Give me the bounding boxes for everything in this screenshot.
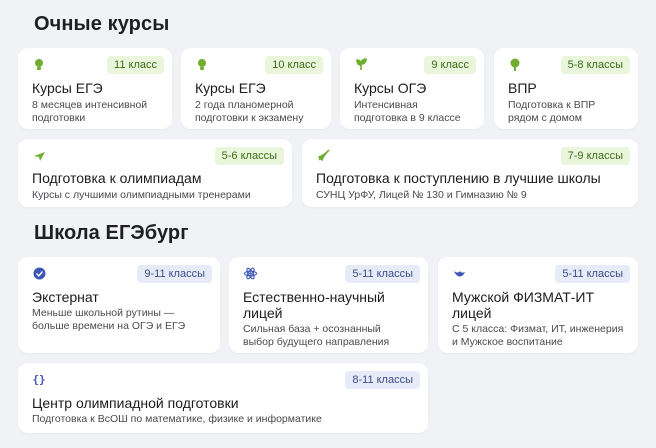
card-kursy-ege-10[interactable]: 10 класс Курсы ЕГЭ 2 года планомерной по… [181, 48, 331, 129]
section-title-ochnye: Очные курсы [34, 13, 170, 35]
card-description: 2 года планомерной [195, 99, 294, 111]
card-description: Интенсивная [354, 99, 418, 111]
grade-badge: 5-8 классы [560, 56, 630, 74]
card-description: Меньше школьной рутины — [32, 307, 175, 319]
card-muzhskoi-fizmat-it-litsei[interactable]: 5-11 классы Мужской ФИЗМАТ-ИТ лицей С 5 … [438, 257, 638, 353]
grade-badge: 8-11 классы [345, 371, 420, 389]
lightbulb-icon [195, 57, 209, 71]
card-kursy-oge[interactable]: 9 класс Курсы ОГЭ Интенсивная подготовка… [340, 48, 484, 129]
rocket-icon [316, 148, 330, 162]
airplane-icon [32, 148, 46, 162]
card-description: Сильная база + осознанный [243, 323, 381, 335]
card-kursy-ege-11[interactable]: 11 класс Курсы ЕГЭ 8 месяцев интенсивной… [18, 48, 172, 129]
grade-badge: 5-11 классы [345, 265, 420, 283]
card-title: Курсы ОГЭ [354, 80, 427, 96]
card-vpr[interactable]: 5-8 классы ВПР Подготовка к ВПР рядом с … [494, 48, 638, 129]
card-title: Подготовка к олимпиадам [32, 170, 202, 186]
card-title: Естественно-научный [243, 289, 385, 305]
grade-badge: 11 класс [107, 56, 164, 74]
grade-badge: 5-11 классы [555, 265, 630, 283]
card-title: ВПР [508, 80, 537, 96]
card-description: и Мужское воспитание [452, 336, 563, 348]
card-olimpiady[interactable]: 5-6 классы Подготовка к олимпиадам Курсы… [18, 139, 292, 207]
card-title: Центр олимпиадной подготовки [32, 395, 239, 411]
card-description: подготовки [32, 112, 86, 124]
card-estestvenno-nauchnyi-litsei[interactable]: 5-11 классы Естественно-научный лицей Си… [229, 257, 428, 353]
card-description: больше времени на ОГЭ и ЕГЭ [32, 320, 186, 332]
card-postuplenie[interactable]: 7-9 классы Подготовка к поступлению в лу… [302, 139, 638, 207]
card-title: Курсы ЕГЭ [195, 80, 266, 96]
card-title: лицей [452, 305, 492, 321]
card-description: Подготовка к ВПР [508, 99, 596, 111]
seedling-icon [508, 57, 522, 71]
sprout-icon [354, 57, 368, 71]
grade-badge: 10 класс [265, 56, 323, 74]
lightbulb-icon [32, 57, 46, 71]
grade-badge: 7-9 классы [560, 147, 630, 165]
atom-icon [243, 266, 257, 280]
card-title: лицей [243, 305, 283, 321]
card-eksternat[interactable]: 9-11 классы Экстернат Меньше школьной ру… [18, 257, 220, 353]
card-description: Курсы с лучшими олимпиадными тренерами [32, 189, 251, 201]
grade-badge: 9 класс [424, 56, 476, 74]
card-title: Курсы ЕГЭ [32, 80, 103, 96]
grade-badge: 9-11 классы [137, 265, 212, 283]
card-title: Подготовка к поступлению в лучшие школы [316, 170, 601, 186]
code-braces-icon: {} [32, 372, 46, 386]
bird-icon [452, 266, 466, 280]
card-description: рядом с домом [508, 112, 582, 124]
card-description: выбор будущего направления [243, 336, 390, 348]
grade-badge: 5-6 классы [214, 147, 284, 165]
card-description: подготовки к экзамену [195, 112, 304, 124]
card-description: Подготовка к ВсОШ по математике, физике … [32, 413, 322, 425]
card-description: 8 месяцев интенсивной [32, 99, 148, 111]
card-title: Экстернат [32, 289, 99, 305]
card-title: Мужской ФИЗМАТ-ИТ [452, 289, 595, 305]
section-title-egeburg: Школа ЕГЭбург [34, 222, 189, 244]
card-tsentr-olimpiadnoi-podgotovki[interactable]: {} 8-11 классы Центр олимпиадной подгото… [18, 363, 428, 433]
card-description: подготовка в 9 классе [354, 112, 461, 124]
check-badge-icon [32, 266, 46, 280]
card-description: СУНЦ УрФУ, Лицей № 130 и Гимназию № 9 [316, 189, 527, 201]
card-description: С 5 класса: Физмат, ИТ, инженерия [452, 323, 624, 335]
